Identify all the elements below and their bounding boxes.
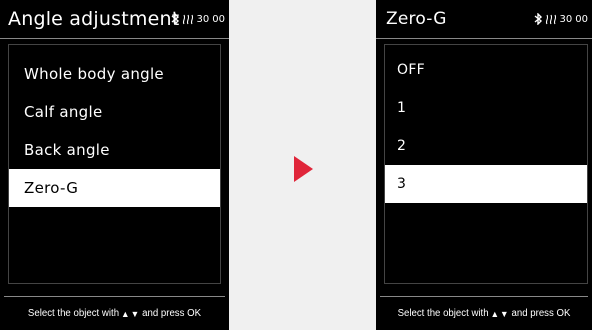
menu-item-2[interactable]: 2 — [385, 127, 587, 165]
menu-list: OFF 1 2 3 — [384, 44, 588, 284]
bluetooth-icon — [171, 13, 179, 25]
up-down-arrows-icon: ▲▼ — [121, 308, 141, 319]
heat-icon — [545, 14, 556, 25]
status-level: 30 — [196, 13, 210, 25]
status-bar: 30 00 — [534, 9, 588, 29]
instruction-footer: Select the object with ▲▼ and press OK — [4, 296, 225, 330]
footer-text-before: Select the object with — [397, 308, 489, 319]
menu-item-calf-angle[interactable]: Calf angle — [9, 93, 220, 131]
menu-item-zero-g[interactable]: Zero-G — [9, 169, 220, 207]
bluetooth-icon — [534, 13, 542, 25]
next-arrow-icon — [294, 156, 313, 182]
footer-text-after: and press OK — [511, 308, 571, 319]
screen-title: Zero-G — [386, 9, 447, 29]
status-extra: 00 — [212, 13, 225, 25]
up-down-arrows-icon: ▲▼ — [490, 308, 510, 319]
menu-item-back-angle[interactable]: Back angle — [9, 131, 220, 169]
screen-header: Zero-G 30 00 — [376, 0, 592, 39]
screen-title: Angle adjustment — [8, 8, 180, 30]
footer-text-before: Select the object with — [27, 308, 120, 319]
angle-adjustment-screen: Angle adjustment 30 00 Whole body angle … — [0, 0, 229, 330]
footer-text-after: and press OK — [142, 308, 202, 319]
menu-list: Whole body angle Calf angle Back angle Z… — [8, 44, 221, 284]
status-bar: 30 00 — [171, 9, 225, 29]
status-level: 30 — [559, 13, 573, 25]
menu-item-1[interactable]: 1 — [385, 89, 587, 127]
status-extra: 00 — [575, 13, 588, 25]
menu-item-whole-body-angle[interactable]: Whole body angle — [9, 55, 220, 93]
menu-item-3[interactable]: 3 — [385, 165, 587, 203]
menu-item-off[interactable]: OFF — [385, 51, 587, 89]
instruction-footer: Select the object with ▲▼ and press OK — [380, 296, 588, 330]
screen-header: Angle adjustment 30 00 — [0, 0, 229, 39]
heat-icon — [182, 14, 193, 25]
zero-g-screen: Zero-G 30 00 OFF 1 2 3 Select the object… — [376, 0, 592, 330]
